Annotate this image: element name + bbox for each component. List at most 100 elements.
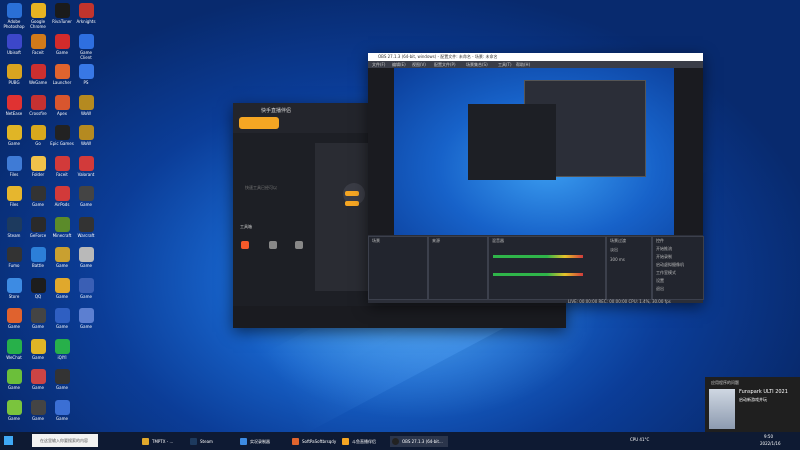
app-icon (78, 33, 94, 49)
desktop-icon[interactable]: Epic Games (50, 125, 74, 151)
exit-button[interactable]: 退出 (656, 286, 664, 292)
desktop-icon[interactable]: Faceit (26, 33, 50, 60)
desktop-icon[interactable]: Adobe Photoshop (2, 3, 26, 29)
obs-window[interactable]: OBS 27.1.3 (64-bit, windows) - 配置文件: 未命名… (368, 53, 704, 304)
duration-field[interactable]: 300 ms (610, 257, 625, 262)
desktop-icon[interactable]: Game (74, 277, 98, 304)
taskbar-item[interactable]: 实况录制器 (238, 436, 294, 447)
notification-image (709, 389, 735, 429)
notification-subtitle: 启动新游戏并玩 (739, 397, 767, 402)
taskbar-item[interactable]: OBS 27.1.3 (64-bit... (390, 436, 448, 447)
desktop-icon[interactable]: Game (26, 308, 50, 334)
obs-scenes-panel[interactable]: 场景 (368, 236, 428, 300)
desktop-icon[interactable]: Folder (26, 155, 50, 182)
desktop-icon[interactable]: Game (26, 399, 50, 426)
desktop-icon[interactable]: iQIYI (50, 338, 74, 365)
desktop-icon[interactable]: Battle (26, 247, 50, 273)
taskbar-item-label: 斗鱼直播伴侣 (352, 439, 376, 444)
settings-button[interactable]: 设置 (656, 278, 664, 284)
desktop-icon[interactable]: NetEase (2, 94, 26, 121)
preview-button[interactable] (345, 201, 359, 206)
desktop-icon[interactable]: Game (26, 369, 50, 395)
desktop-icon[interactable]: Launcher (50, 64, 74, 90)
desktop-icon[interactable]: Game (50, 277, 74, 304)
desktop-icon[interactable]: Game (2, 308, 26, 334)
desktop-icon[interactable]: Game (26, 186, 50, 212)
desktop-icon[interactable]: Minecraft (50, 216, 74, 243)
desktop-icon[interactable]: Apex (50, 94, 74, 121)
desktop-icon[interactable]: Game (50, 33, 74, 60)
obs-mixer-panel[interactable]: 混音器 (488, 236, 606, 300)
desktop-icon[interactable]: QQ (26, 277, 50, 304)
desktop-icon[interactable]: Game (2, 369, 26, 395)
desktop-icon[interactable]: Store (2, 277, 26, 304)
obs-sources-panel[interactable]: 来源 (428, 236, 488, 300)
start-record-button[interactable]: 开始录制 (656, 254, 672, 260)
desktop-icon[interactable]: Game (50, 247, 74, 273)
tool-icon[interactable] (295, 241, 303, 249)
desktop-icon[interactable]: RivaTuner (50, 3, 74, 29)
desktop-icon[interactable]: Fumo (2, 247, 26, 273)
desktop-icon[interactable]: WoW (74, 94, 98, 121)
volume-meter[interactable] (493, 255, 583, 258)
desktop-icon-label: WeChat (6, 354, 22, 360)
studio-mode-button[interactable]: 工作室模式 (656, 270, 676, 276)
virtual-camera-button[interactable]: 启动虚拟摄像机 (656, 262, 684, 268)
desktop-icon[interactable]: PUBG (2, 64, 26, 90)
clock-date[interactable]: 2022/1/16 (760, 441, 781, 446)
desktop-icon[interactable]: WeGame (26, 64, 50, 90)
taskbar-item[interactable]: SoftPaSoftbrsqdy (290, 436, 346, 447)
obs-controls-panel[interactable]: 控件 开始推流 开始录制 启动虚拟摄像机 工作室模式 设置 退出 (652, 236, 704, 300)
app-icon (54, 216, 70, 232)
desktop-icon[interactable]: Arknights (74, 3, 98, 29)
desktop-icon[interactable]: Game Client (74, 33, 98, 60)
desktop-icon[interactable]: Files (2, 186, 26, 212)
notification-toast[interactable]: 应用程序的问题 Funspark ULTI 2021 启动新游戏并玩 (705, 377, 800, 435)
desktop-icon[interactable]: PS (74, 64, 98, 90)
desktop-icon[interactable]: Game (74, 308, 98, 334)
desktop-icon[interactable]: Valorant (74, 155, 98, 182)
desktop-icon[interactable]: Faceit (50, 155, 74, 182)
clock-time[interactable]: 9:50 (764, 434, 773, 439)
desktop-icon[interactable]: Warcraft (74, 216, 98, 243)
desktop-icon[interactable]: WeChat (2, 338, 26, 365)
obs-title-text: OBS 27.1.3 (64-bit, windows) - 配置文件: 未命名… (378, 54, 498, 59)
desktop-icon[interactable]: Game (74, 186, 98, 212)
start-button[interactable] (4, 436, 13, 445)
desktop-icon[interactable]: Game (2, 125, 26, 151)
desktop-icon[interactable]: GeForce (26, 216, 50, 243)
taskbar-item[interactable]: TMPTX - ... (140, 436, 194, 447)
volume-meter[interactable] (493, 273, 583, 276)
transition-select[interactable]: 淡出 (610, 247, 618, 253)
desktop-icon[interactable]: AirPods (50, 186, 74, 212)
app-icon (54, 64, 70, 79)
desktop-icon[interactable]: Game (74, 247, 98, 273)
obs-transitions-panel[interactable]: 场景过渡 淡出 300 ms (606, 236, 652, 300)
tool-icon[interactable] (269, 241, 277, 249)
taskbar-item[interactable]: Steam (188, 436, 242, 447)
preview-button[interactable] (345, 191, 359, 196)
desktop-icon[interactable]: Files (2, 155, 26, 182)
desktop-icon[interactable]: Game (50, 399, 74, 426)
obs-titlebar[interactable]: OBS 27.1.3 (64-bit, windows) - 配置文件: 未命名… (368, 53, 703, 61)
tool-icon[interactable] (241, 241, 249, 249)
desktop-icon[interactable]: WoW (74, 125, 98, 151)
panel-header: 来源 (432, 238, 440, 243)
app-icon (78, 3, 94, 18)
desktop-icon[interactable]: Ubisoft (2, 33, 26, 60)
desktop-icon[interactable]: Steam (2, 216, 26, 243)
desktop-icon[interactable]: Google Chrome (26, 3, 50, 29)
app-icon (78, 64, 94, 79)
desktop-icon[interactable]: Game (26, 338, 50, 365)
desktop-icon-label: Game (32, 415, 44, 421)
search-box[interactable]: 在这里输入你要搜索的内容 (32, 434, 98, 447)
desktop-icon[interactable]: Game (50, 308, 74, 334)
desktop-icon[interactable]: Go (26, 125, 50, 151)
desktop-icon[interactable]: Game (50, 369, 74, 395)
start-stream-button[interactable]: 开始推流 (656, 246, 672, 252)
desktop-icon[interactable]: Crossfire (26, 94, 50, 121)
desktop-icon[interactable]: Game (2, 399, 26, 426)
taskbar-item[interactable]: 斗鱼直播伴侣 (340, 436, 396, 447)
desktop-icon-label: Fumo (8, 263, 20, 268)
search-placeholder: 在这里输入你要搜索的内容 (40, 438, 88, 443)
